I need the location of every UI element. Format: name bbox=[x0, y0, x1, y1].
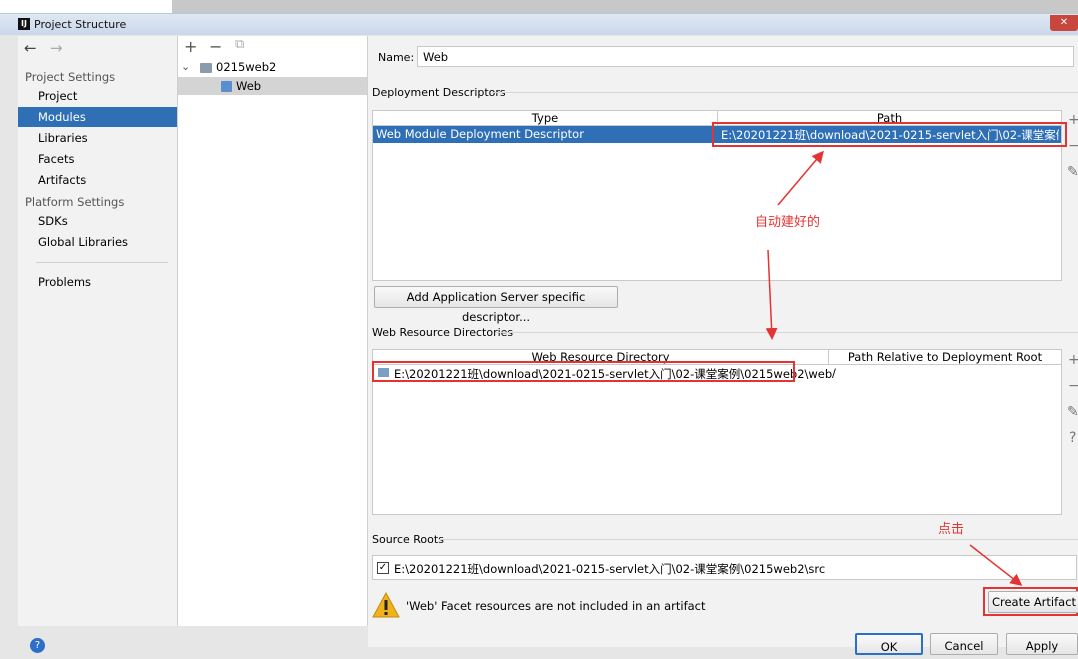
annotation-arrows bbox=[765, 150, 1023, 586]
annotation-arrow bbox=[777, 150, 824, 206]
annotation-arrow bbox=[765, 249, 778, 340]
annotation-arrow bbox=[969, 544, 1023, 586]
